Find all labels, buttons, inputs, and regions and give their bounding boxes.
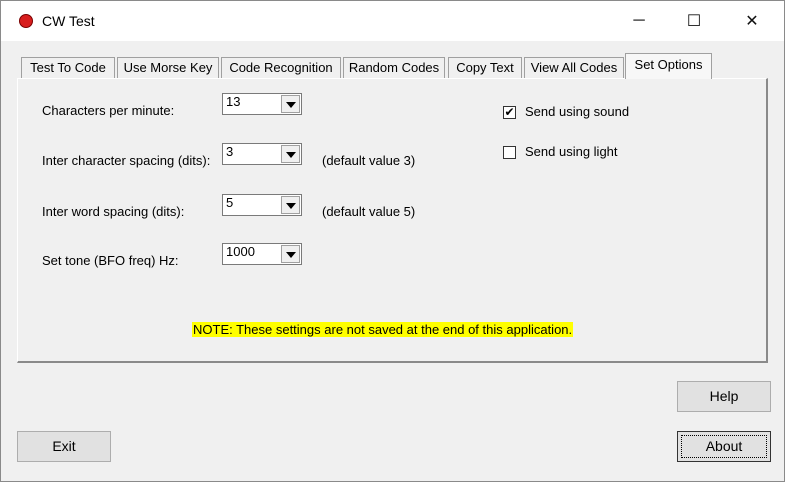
word-spacing-label: Inter word spacing (dits): — [42, 204, 185, 219]
app-icon — [19, 14, 33, 28]
light-label[interactable]: Send using light — [525, 144, 618, 159]
cpm-select[interactable]: 13 — [222, 93, 302, 115]
char-spacing-select[interactable]: 3 — [222, 143, 302, 165]
note-text: NOTE: These settings are not saved at th… — [192, 322, 574, 337]
word-spacing-hint: (default value 5) — [322, 204, 416, 219]
tab-test-to-code[interactable]: Test To Code — [21, 57, 115, 78]
chevron-down-icon[interactable] — [281, 145, 300, 163]
sound-checkbox[interactable]: ✔ — [503, 106, 516, 119]
window-title: CW Test — [42, 13, 95, 29]
sound-label[interactable]: Send using sound — [525, 104, 629, 119]
chevron-down-icon[interactable] — [281, 95, 300, 113]
word-spacing-value: 5 — [226, 195, 234, 210]
tab-copy-text[interactable]: Copy Text — [448, 57, 522, 78]
light-checkbox[interactable] — [503, 146, 516, 159]
char-spacing-value: 3 — [226, 144, 234, 159]
exit-button[interactable]: Exit — [17, 431, 111, 462]
cpm-value: 13 — [226, 94, 241, 109]
about-button[interactable]: About — [677, 431, 771, 462]
maximize-icon[interactable]: ☐ — [671, 1, 717, 41]
help-button[interactable]: Help — [677, 381, 771, 412]
tab-view-all-codes[interactable]: View All Codes — [524, 57, 624, 78]
tab-code-recognition[interactable]: Code Recognition — [221, 57, 341, 78]
chevron-down-icon[interactable] — [281, 196, 300, 214]
app-window: CW Test ─ ☐ ✕ Test To Code Use Morse Key… — [0, 0, 785, 482]
title-bar: CW Test ─ ☐ ✕ — [1, 1, 784, 41]
close-icon[interactable]: ✕ — [729, 1, 775, 41]
tab-set-options[interactable]: Set Options — [625, 53, 712, 79]
chevron-down-icon[interactable] — [281, 245, 300, 263]
tab-use-morse-key[interactable]: Use Morse Key — [117, 57, 219, 78]
tone-label: Set tone (BFO freq) Hz: — [42, 253, 179, 268]
cpm-label: Characters per minute: — [42, 103, 175, 118]
tone-select[interactable]: 1000 — [222, 243, 302, 265]
tone-value: 1000 — [226, 244, 255, 259]
char-spacing-label: Inter character spacing (dits): — [42, 153, 211, 168]
word-spacing-select[interactable]: 5 — [222, 194, 302, 216]
options-panel: Characters per minute: 13 Inter characte… — [17, 78, 768, 363]
tab-random-codes[interactable]: Random Codes — [343, 57, 445, 78]
char-spacing-hint: (default value 3) — [322, 153, 416, 168]
minimize-icon[interactable]: ─ — [616, 1, 662, 41]
focus-rect — [681, 435, 767, 458]
